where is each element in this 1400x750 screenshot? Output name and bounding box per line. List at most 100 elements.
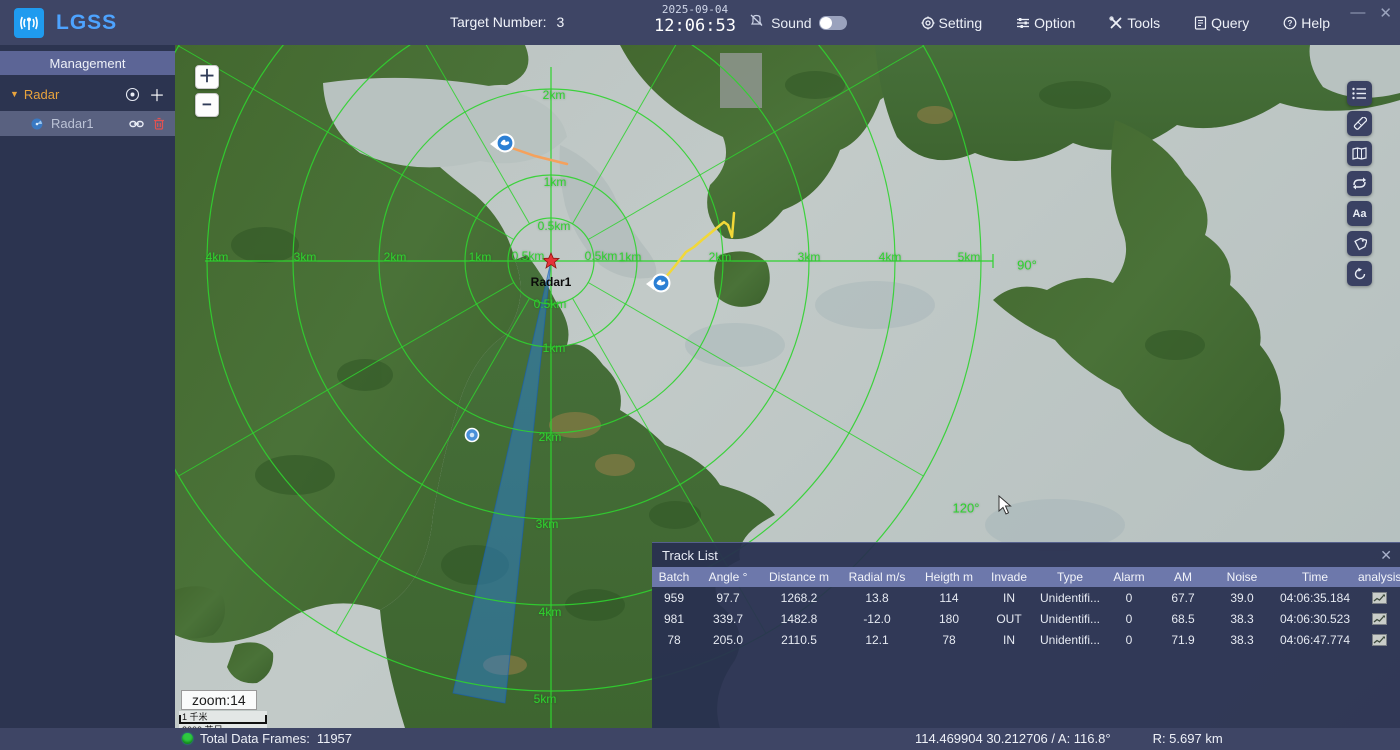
scale-km: 1 千米 [179, 711, 267, 724]
close-button[interactable]: ✕ [1379, 4, 1392, 22]
tree-item-radar1[interactable]: Radar1 [0, 111, 175, 136]
tag-button[interactable] [1347, 231, 1372, 256]
radar-device-icon [30, 117, 44, 131]
track-cell: 68.5 [1154, 612, 1212, 626]
sound-control: Sound [749, 13, 846, 33]
delete-trash-icon[interactable] [153, 117, 165, 130]
analysis-chart-icon[interactable] [1358, 633, 1400, 647]
menu-query[interactable]: Query [1194, 15, 1249, 31]
radar-site-label: Radar1 [531, 275, 572, 289]
track-cell: 981 [652, 612, 696, 626]
track-cell: 2110.5 [760, 633, 838, 647]
menu-option[interactable]: Option [1016, 15, 1075, 31]
track-cell: 1268.2 [760, 591, 838, 605]
track-cell: 1482.8 [760, 612, 838, 626]
track-row[interactable]: 981339.71482.8-12.0180OUTUnidentifi...06… [652, 608, 1400, 629]
bird-target-icon[interactable] [646, 274, 671, 293]
track-cell: 78 [652, 633, 696, 647]
tree-group-radar[interactable]: ▼ Radar ＋ [0, 81, 175, 107]
track-cell: Unidentifi... [1036, 633, 1104, 647]
menu-help[interactable]: ? Help [1283, 15, 1330, 31]
map-toolbar: Aa [1347, 81, 1372, 286]
svg-text:?: ? [1288, 19, 1293, 28]
measure-ruler-button[interactable] [1347, 111, 1372, 136]
panel-close-icon[interactable]: ✕ [1380, 547, 1392, 564]
track-trail-yellow [665, 213, 734, 278]
track-cell: 13.8 [838, 591, 916, 605]
help-icon: ? [1283, 16, 1297, 30]
track-cell: 114 [916, 591, 982, 605]
caret-down-icon[interactable]: ▼ [10, 89, 19, 99]
menu-tools[interactable]: Tools [1109, 15, 1160, 31]
radar-antenna-logo-icon [14, 8, 44, 38]
track-list-title: Track List [662, 548, 718, 563]
analysis-chart-icon[interactable] [1358, 591, 1400, 605]
track-cell: OUT [982, 612, 1036, 626]
track-cell: 0 [1104, 612, 1154, 626]
label-text-button[interactable]: Aa [1347, 201, 1372, 226]
track-cell: 67.7 [1154, 591, 1212, 605]
track-cell: 205.0 [696, 633, 760, 647]
visibility-eye-icon[interactable] [125, 87, 140, 102]
track-table-body: 95997.71268.213.8114INUnidentifi...067.7… [652, 587, 1400, 650]
bird-target-icon[interactable] [490, 134, 515, 153]
sound-label: Sound [771, 15, 811, 31]
sound-muted-icon [749, 13, 764, 33]
track-cell: Unidentifi... [1036, 591, 1104, 605]
clock: 2025-09-04 12:06:53 [630, 3, 760, 36]
track-row[interactable]: 95997.71268.213.8114INUnidentifi...067.7… [652, 587, 1400, 608]
zoom-out-button[interactable]: − [195, 93, 219, 117]
track-list-panel: Track List ✕ Batch Angle ° Distance m Ra… [652, 542, 1400, 728]
track-cell: 04:06:47.774 [1272, 633, 1358, 647]
app-window: LGSS Target Number:3 2025-09-04 12:06:53… [0, 0, 1400, 750]
link-icon[interactable] [129, 119, 144, 129]
track-cell: 38.3 [1212, 612, 1272, 626]
track-table-header: Batch Angle ° Distance m Radial m/s Heig… [652, 567, 1400, 587]
track-cell: 38.3 [1212, 633, 1272, 647]
track-cell: IN [982, 591, 1036, 605]
track-row[interactable]: 78205.02110.512.178INUnidentifi...071.93… [652, 629, 1400, 650]
app-title: LGSS [56, 11, 117, 35]
zoom-in-button[interactable]: ＋ [195, 65, 219, 89]
gear-icon [921, 16, 935, 30]
track-cell: 959 [652, 591, 696, 605]
sidebar: Management ▼ Radar ＋ Radar1 [0, 45, 175, 728]
refresh-button[interactable] [1347, 261, 1372, 286]
track-cell: 0 [1104, 591, 1154, 605]
sound-toggle[interactable] [819, 16, 847, 30]
track-trail-orange [509, 147, 567, 164]
data-frames-status: Total Data Frames: 11957 [182, 731, 352, 746]
track-cell: 97.7 [696, 591, 760, 605]
sidebar-title: Management [0, 51, 175, 75]
track-cell: Unidentifi... [1036, 612, 1104, 626]
track-cell: -12.0 [838, 612, 916, 626]
layer-list-button[interactable] [1347, 81, 1372, 106]
track-cell: 39.0 [1212, 591, 1272, 605]
target-number: Target Number:3 [450, 14, 564, 30]
track-cell: 71.9 [1154, 633, 1212, 647]
map-scalebar: 1 千米 2000 英尺 [179, 711, 267, 728]
radar-beam [453, 261, 551, 703]
time-display: 12:06:53 [630, 16, 760, 36]
date-display: 2025-09-04 [630, 3, 760, 16]
cursor-range: R: 5.697 km [1153, 731, 1223, 746]
analysis-chart-icon[interactable] [1358, 612, 1400, 626]
track-cell: 04:06:35.184 [1272, 591, 1358, 605]
status-bar: Total Data Frames: 11957 114.469904 30.2… [0, 728, 1400, 750]
small-target-icon[interactable] [466, 429, 479, 442]
menu-setting[interactable]: Setting [921, 15, 983, 31]
add-radar-icon[interactable]: ＋ [149, 82, 165, 106]
track-cell: 78 [916, 633, 982, 647]
sync-tracks-button[interactable] [1347, 171, 1372, 196]
zoom-level-label: zoom:14 [181, 690, 257, 710]
track-cell: 0 [1104, 633, 1154, 647]
track-cell: 180 [916, 612, 982, 626]
sliders-icon [1016, 16, 1030, 30]
track-cell: IN [982, 633, 1036, 647]
track-cell: 04:06:30.523 [1272, 612, 1358, 626]
map-button[interactable] [1347, 141, 1372, 166]
minimize-button[interactable]: — [1350, 4, 1365, 22]
header-bar: LGSS Target Number:3 2025-09-04 12:06:53… [0, 0, 1400, 45]
track-cell: 12.1 [838, 633, 916, 647]
app-logo: LGSS [0, 8, 175, 38]
